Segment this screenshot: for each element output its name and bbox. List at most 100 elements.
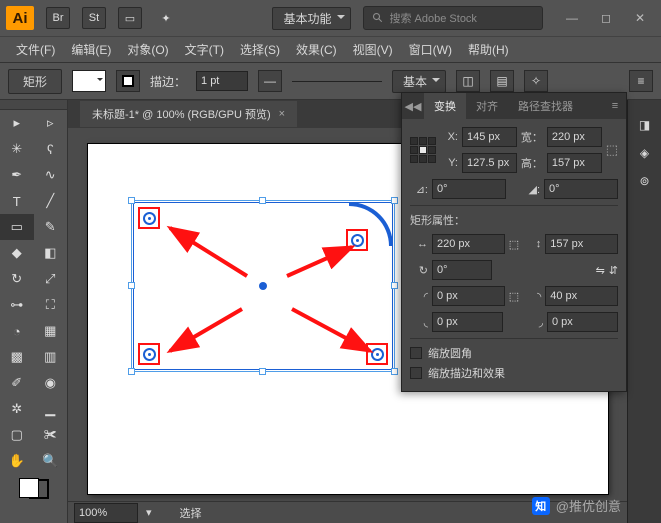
stroke-swatch[interactable] bbox=[116, 70, 140, 92]
eyedropper-tool[interactable]: ✐ bbox=[0, 370, 34, 396]
transform-icon[interactable]: ✧ bbox=[524, 70, 548, 92]
angle-field[interactable]: 0° bbox=[432, 179, 506, 199]
search-stock[interactable]: 搜索 Adobe Stock bbox=[363, 6, 543, 30]
width-tool[interactable]: ⊶ bbox=[0, 292, 34, 318]
corner-widget-tl[interactable] bbox=[138, 207, 160, 229]
menu-view[interactable]: 视图(V) bbox=[347, 39, 399, 60]
pen-tool[interactable]: ✒ bbox=[0, 162, 34, 188]
workspace-switcher[interactable]: 基本功能 bbox=[272, 7, 350, 30]
link-rect-icon[interactable]: ⬚ bbox=[509, 238, 519, 251]
direct-selection-tool[interactable]: ▹ bbox=[34, 110, 68, 136]
shape-builder-tool[interactable]: ◔ bbox=[0, 318, 34, 344]
tab-pathfinder[interactable]: 路径查找器 bbox=[508, 93, 583, 119]
selection-tool[interactable]: ▸ bbox=[0, 110, 34, 136]
y-field[interactable]: 127.5 px bbox=[462, 153, 517, 173]
lasso-tool[interactable]: ʕ bbox=[34, 136, 68, 162]
blend-tool[interactable]: ◉ bbox=[34, 370, 68, 396]
perspective-tool[interactable]: ▦ bbox=[34, 318, 68, 344]
align-icon[interactable]: ▤ bbox=[490, 70, 514, 92]
magic-wand-tool[interactable]: ✳ bbox=[0, 136, 34, 162]
properties-icon[interactable]: ◨ bbox=[639, 118, 650, 132]
hand-tool[interactable]: ✋ bbox=[0, 448, 34, 474]
cc-icon[interactable]: ⊚ bbox=[639, 174, 649, 188]
bridge-icon[interactable]: Br bbox=[46, 7, 70, 29]
graphic-style[interactable]: 基本 bbox=[392, 70, 446, 93]
scale-tool[interactable]: ⤢ bbox=[34, 266, 68, 292]
free-transform-tool[interactable]: ⛶ bbox=[34, 292, 68, 318]
panel-dock-icon[interactable]: ◀◀ bbox=[402, 93, 424, 119]
mesh-tool[interactable]: ▩ bbox=[0, 344, 34, 370]
artboard-tool[interactable]: ▢ bbox=[0, 422, 34, 448]
h-field[interactable]: 157 px bbox=[547, 153, 602, 173]
shear-field[interactable]: 0° bbox=[544, 179, 618, 199]
tab-align[interactable]: 对齐 bbox=[466, 93, 508, 119]
fill-swatch[interactable] bbox=[72, 70, 106, 92]
status-bar: 100% ▾ 选择 bbox=[68, 501, 627, 523]
stock-icon[interactable]: St bbox=[82, 7, 106, 29]
menu-window[interactable]: 窗口(W) bbox=[403, 39, 458, 60]
maximize-button[interactable]: ◻ bbox=[591, 8, 621, 28]
paintbrush-tool[interactable]: ✎ bbox=[34, 214, 68, 240]
menu-type[interactable]: 文字(T) bbox=[179, 39, 230, 60]
stroke-weight[interactable]: 1 pt bbox=[196, 71, 248, 91]
panel-menu-icon[interactable]: ≡ bbox=[604, 93, 626, 119]
more-options-icon[interactable]: ≡ bbox=[629, 70, 653, 92]
rect-w-field[interactable]: 220 px bbox=[432, 234, 505, 254]
corner-tl-field[interactable]: 0 px bbox=[432, 286, 505, 306]
rectangle-tool[interactable]: ▭ bbox=[0, 214, 34, 240]
corner-widget-bl[interactable] bbox=[138, 343, 160, 365]
scale-strokes-checkbox[interactable]: 缩放描边和效果 bbox=[410, 365, 618, 381]
center-point bbox=[259, 282, 267, 290]
eraser-tool[interactable]: ◧ bbox=[34, 240, 68, 266]
rect-h-field[interactable]: 157 px bbox=[545, 234, 618, 254]
graph-tool[interactable]: ▁ bbox=[34, 396, 68, 422]
rect-angle-field[interactable]: 0° bbox=[432, 260, 492, 280]
menu-select[interactable]: 选择(S) bbox=[234, 39, 286, 60]
menu-object[interactable]: 对象(O) bbox=[121, 39, 174, 60]
x-field[interactable]: 145 px bbox=[462, 127, 517, 147]
right-dock: ◨ ◈ ⊚ bbox=[627, 100, 661, 523]
flip-v-icon[interactable]: ⇵ bbox=[609, 264, 618, 277]
gpu-icon[interactable]: ✦ bbox=[154, 7, 178, 29]
app-logo: Ai bbox=[6, 6, 34, 30]
fill-stroke-control[interactable] bbox=[19, 478, 49, 499]
opacity-icon[interactable]: ◫ bbox=[456, 70, 480, 92]
menu-help[interactable]: 帮助(H) bbox=[462, 39, 515, 60]
line-tool[interactable]: ╱ bbox=[34, 188, 68, 214]
stroke-profile[interactable]: — bbox=[258, 70, 282, 92]
tab-transform[interactable]: 变换 bbox=[424, 93, 466, 119]
close-button[interactable]: ✕ bbox=[625, 8, 655, 28]
minimize-button[interactable]: — bbox=[557, 8, 587, 28]
zoom-tool[interactable]: 🔍 bbox=[34, 448, 68, 474]
corner-bl-field[interactable]: 0 px bbox=[432, 312, 503, 332]
menu-file[interactable]: 文件(F) bbox=[10, 39, 61, 60]
corner-br-field[interactable]: 0 px bbox=[547, 312, 618, 332]
flip-h-icon[interactable]: ⇋ bbox=[596, 264, 605, 277]
slice-tool[interactable]: ✀ bbox=[34, 422, 68, 448]
link-wh-icon[interactable]: ⬚ bbox=[606, 142, 618, 158]
w-field[interactable]: 220 px bbox=[547, 127, 602, 147]
menu-edit[interactable]: 编辑(E) bbox=[65, 39, 117, 60]
rotate-tool[interactable]: ↻ bbox=[0, 266, 34, 292]
scale-corners-checkbox[interactable]: 缩放圆角 bbox=[410, 345, 618, 361]
corner-widget-br[interactable] bbox=[366, 343, 388, 365]
symbol-sprayer-tool[interactable]: ✲ bbox=[0, 396, 34, 422]
menu-effect[interactable]: 效果(C) bbox=[290, 39, 343, 60]
curvature-tool[interactable]: ∿ bbox=[34, 162, 68, 188]
status-selection: 选择 bbox=[180, 505, 202, 521]
corner-widget-tr[interactable] bbox=[346, 229, 368, 251]
brush-preview[interactable] bbox=[292, 81, 382, 82]
shaper-tool[interactable]: ◆ bbox=[0, 240, 34, 266]
document-tab[interactable]: 未标题-1* @ 100% (RGB/GPU 预览)× bbox=[80, 101, 297, 127]
reference-point[interactable] bbox=[410, 137, 436, 163]
rect-properties-label: 矩形属性： bbox=[410, 212, 618, 228]
type-tool[interactable]: T bbox=[0, 188, 34, 214]
link-corners-icon[interactable]: ⬚ bbox=[509, 290, 519, 303]
corner-tr-field[interactable]: 40 px bbox=[545, 286, 618, 306]
zoom-field[interactable]: 100% bbox=[74, 503, 138, 523]
gradient-tool[interactable]: ▥ bbox=[34, 344, 68, 370]
arrange-icon[interactable]: ▭ bbox=[118, 7, 142, 29]
libraries-icon[interactable]: ◈ bbox=[640, 146, 649, 160]
close-tab-icon[interactable]: × bbox=[279, 108, 285, 120]
selection-bounds bbox=[131, 200, 395, 372]
